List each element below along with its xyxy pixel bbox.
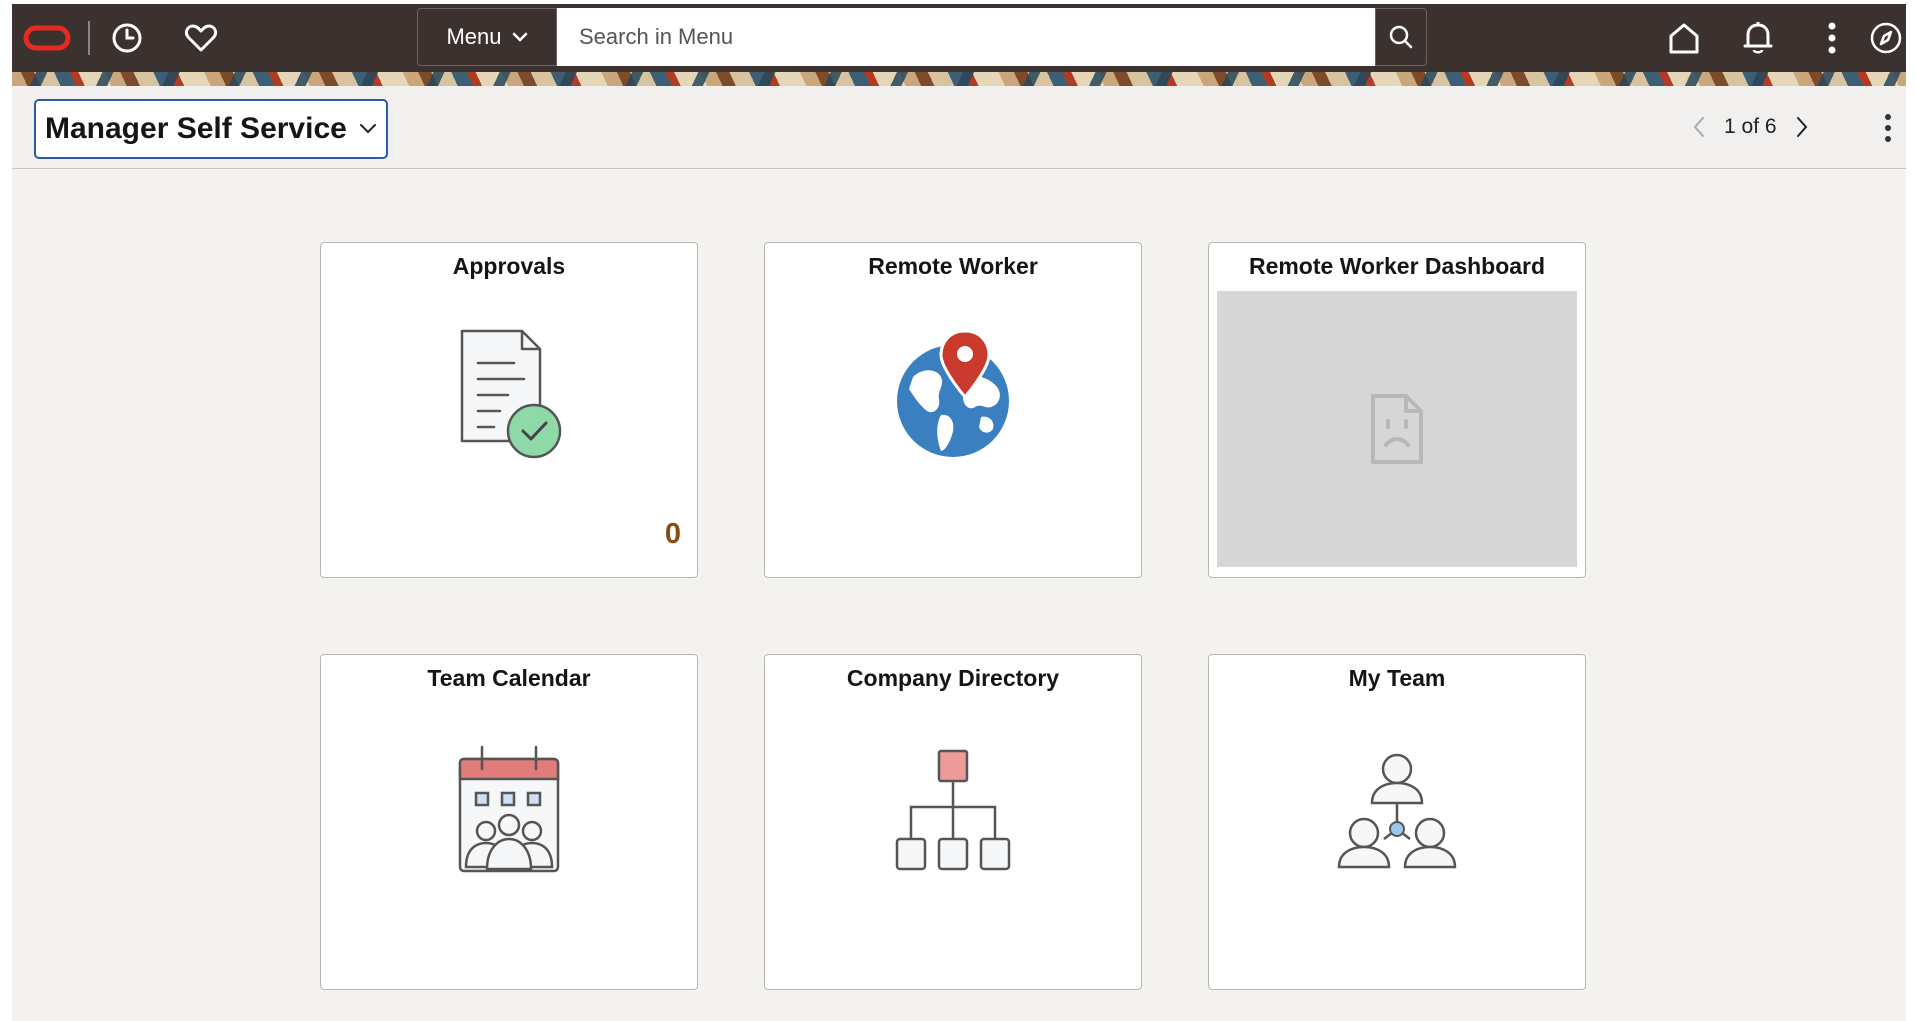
tile-title: Approvals	[452, 253, 566, 279]
page-actions-kebab-icon[interactable]	[1878, 108, 1898, 148]
app-frame: Menu Search in Menu Manager Self Service…	[12, 4, 1906, 1021]
tile-title: My Team	[1348, 665, 1446, 691]
chevron-down-icon	[512, 32, 527, 42]
tile-title: Company Directory	[846, 665, 1060, 691]
approvals-count: 0	[664, 518, 681, 550]
tile-title: Remote Worker	[868, 253, 1038, 279]
menu-button-label: Menu	[446, 24, 502, 49]
tile-title: Remote Worker Dashboard	[1248, 253, 1546, 279]
top-banner: Menu	[12, 4, 1906, 86]
tile-approvals[interactable]: Approvals 0	[320, 242, 698, 578]
recent-history-icon[interactable]	[107, 18, 147, 58]
pager-text: 1 of 6	[1724, 115, 1777, 138]
navigator-compass-icon[interactable]	[1868, 18, 1904, 58]
banner-pattern	[12, 72, 1906, 86]
previous-page-icon[interactable]	[1692, 116, 1706, 138]
page-title: Manager Self Service	[45, 112, 347, 145]
chevron-down-icon	[359, 124, 376, 134]
page-pager: 1 of 6	[1692, 110, 1809, 144]
org-chart-icon	[893, 747, 1013, 878]
tile-remote-worker[interactable]: Remote Worker	[764, 242, 1142, 578]
tile-title: Team Calendar	[427, 665, 591, 691]
favorites-heart-icon[interactable]	[181, 18, 221, 58]
tile-company-directory[interactable]: Company Directory	[764, 654, 1142, 990]
search-input[interactable]	[557, 8, 1375, 66]
team-calendar-icon	[456, 745, 562, 880]
notifications-bell-icon[interactable]	[1738, 18, 1778, 58]
header-divider	[88, 21, 90, 55]
tile-team-calendar[interactable]: Team Calendar	[320, 654, 698, 990]
search-icon	[1389, 25, 1413, 49]
home-icon[interactable]	[1664, 18, 1704, 58]
tile-my-team[interactable]: My Team	[1208, 654, 1586, 990]
next-page-icon[interactable]	[1795, 116, 1809, 138]
actions-kebab-icon[interactable]	[1812, 18, 1852, 58]
team-people-icon	[1336, 749, 1458, 876]
menu-button[interactable]: Menu	[417, 8, 557, 66]
homepage-selector[interactable]: Manager Self Service	[34, 99, 388, 159]
globe-location-icon	[893, 329, 1013, 466]
search-button[interactable]	[1375, 8, 1427, 66]
tile-remote-worker-dashboard[interactable]: Remote Worker Dashboard	[1208, 242, 1586, 578]
tile-image-placeholder	[1217, 291, 1577, 567]
page-header-bar: Manager Self Service 1 of 6	[12, 86, 1906, 169]
approval-document-icon	[454, 329, 564, 466]
oracle-logo-icon[interactable]	[18, 20, 76, 56]
broken-image-icon	[1371, 394, 1423, 464]
